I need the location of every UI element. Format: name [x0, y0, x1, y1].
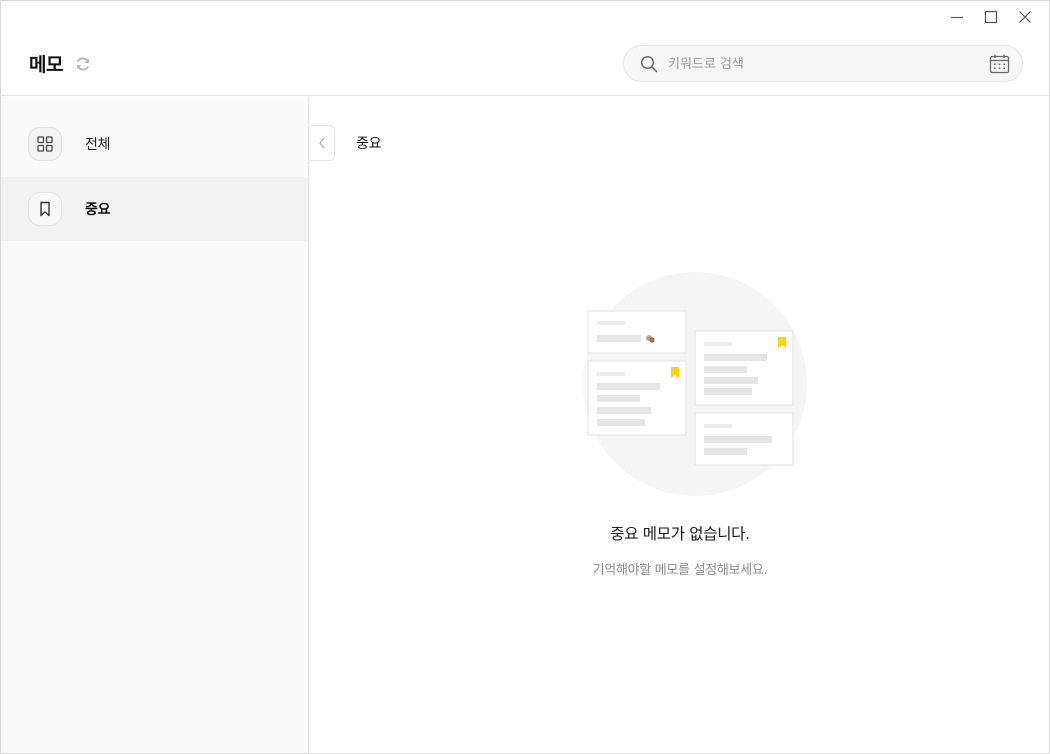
minimize-icon[interactable]: [947, 7, 967, 27]
app-window: 메모 키워드로 검색 전체 중요 중요 중요 메모가 없습니다. 기억해야할 메…: [0, 0, 1050, 754]
sidebar-item-label: 전체: [85, 137, 111, 153]
header: 메모: [1, 1, 1049, 96]
sidebar-item-label: 중요: [85, 202, 111, 218]
empty-memo-illustration: [583, 272, 807, 496]
refresh-icon[interactable]: [75, 56, 91, 72]
calendar-icon[interactable]: [989, 53, 1010, 74]
collapse-sidebar-button[interactable]: [310, 125, 335, 161]
maximize-icon[interactable]: [981, 7, 1001, 27]
chevron-left-icon: [319, 137, 325, 149]
search-icon: [640, 55, 658, 73]
sidebar-item-all[interactable]: 전체: [1, 112, 308, 176]
memo-card-illustration: [587, 360, 687, 436]
search-input[interactable]: [668, 52, 968, 76]
grid-icon: [28, 127, 62, 161]
memo-card-illustration: [694, 330, 794, 406]
sidebar: 전체 중요: [1, 97, 309, 753]
empty-state-subtitle: 기억해야할 메모를 설정해보세요.: [592, 563, 768, 578]
page-title: 중요: [356, 136, 382, 152]
app-title: 메모: [29, 54, 63, 76]
empty-state-title: 중요 메모가 없습니다.: [610, 525, 750, 543]
search-bar: [623, 45, 1023, 82]
sidebar-item-important[interactable]: 중요: [1, 177, 308, 241]
memo-card-illustration: [694, 412, 794, 466]
window-controls: [947, 7, 1035, 27]
memo-card-illustration: [587, 310, 687, 354]
close-icon[interactable]: [1015, 7, 1035, 27]
bookmark-icon: [28, 192, 62, 226]
main-panel: 중요 중요 메모가 없습니다. 기억해야할 메모를 설정해보세요.: [310, 97, 1049, 753]
